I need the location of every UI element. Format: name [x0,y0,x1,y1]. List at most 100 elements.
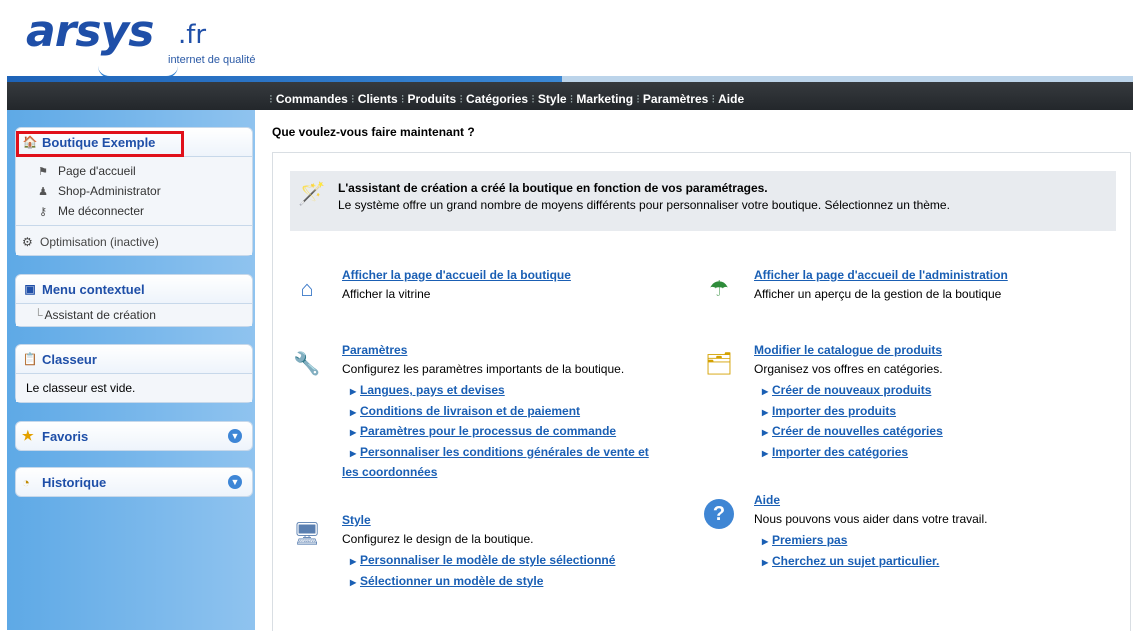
admin-home-link[interactable]: Afficher la page d'accueil de l'administ… [754,268,1008,282]
style-links: ▶ Personnaliser le modèle de style sélect… [342,551,615,592]
umbrella-icon: ☂ [709,276,729,301]
bullet-icon: ▶ [350,577,357,587]
link-terms-cont[interactable]: les coordonnées [342,463,649,483]
menu-categories[interactable]: Catégories [466,92,528,106]
logo-tld: .fr [178,20,207,50]
accent-stripe-light [562,76,1133,82]
link-text: Créer de nouvelles catégories [772,424,943,438]
sidebar-item-admin[interactable]: ♟ Shop-Administrator [16,181,252,201]
context-title: Menu contextuel [42,281,145,297]
bullet-icon: ▶ [762,428,769,437]
link-import-categories[interactable]: ▶ Importer des catégories [754,443,943,464]
sidebar-item-label: Me déconnecter [58,204,145,218]
sidebar-item-label: Shop-Administrator [58,184,161,198]
link-languages[interactable]: ▶ Langues, pays et devises [342,381,649,402]
menu-marketing[interactable]: Marketing [576,92,633,106]
link-new-categories[interactable]: ▶ Créer de nouvelles catégories [754,422,943,443]
info-banner: 🪄 L'assistant de création a créé la bout… [290,171,1116,231]
link-text: Sélectionner un modèle de style [360,573,544,588]
context-panel-header[interactable]: ▣ Menu contextuel [16,275,252,303]
context-menu-icon: ▣ [24,282,36,296]
menu-clients[interactable]: Clients [358,92,398,106]
context-panel: ▣ Menu contextuel └ Assistant de créatio… [15,274,253,327]
chevron-down-icon[interactable]: ▼ [228,475,242,489]
sidebar-item-optimisation[interactable]: ⚙ Optimisation (inactive) [16,225,252,253]
link-shipping[interactable]: ▶ Conditions de livraison et de paiement [342,402,649,423]
logo-brand: arsys [26,6,154,57]
link-import-products[interactable]: ▶ Importer des produits [754,402,943,423]
bullet-icon: ▶ [762,448,769,458]
history-icon: ◔ [22,474,30,490]
link-text: Importer des catégories [772,444,909,459]
favorites-panel[interactable]: ★ Favoris ▼ [15,421,253,451]
link-text: Langues, pays et devises [360,383,505,397]
bullet-icon: ▶ [350,448,357,458]
help-link[interactable]: Aide [754,493,780,507]
link-first-steps[interactable]: ▶ Premiers pas [754,531,939,552]
sidebar-item-label: Page d'accueil [58,164,136,178]
help-desc: Nous pouvons vous aider dans votre trava… [754,512,988,526]
binder-empty-text: Le classeur est vide. [26,381,136,395]
main-content: Que voulez-vous faire maintenant ? 🪄 L'a… [262,110,1133,631]
favorites-title: Favoris [42,428,89,444]
link-text: Conditions de livraison et de paiement [360,403,581,418]
bullet-icon: ▶ [350,407,357,417]
style-link[interactable]: Style [342,513,371,527]
link-text: Personnaliser les conditions générales d… [360,444,649,459]
gears-icon: ⚙ [22,235,33,249]
key-icon: ⚷ [38,205,48,218]
menu-produits[interactable]: Produits [408,92,457,106]
admin-home-desc: Afficher un aperçu de la gestion de la b… [754,287,1002,301]
catalog-links: ▶ Créer de nouveaux produits ▶ Importer de… [754,381,943,463]
link-customize-style[interactable]: ▶ Personnaliser le modèle de style sélect… [342,551,615,572]
sidebar: 🏠 Boutique Exemple ⚑ Page d'accueil ♟ Shop… [7,110,255,630]
menu-style[interactable]: Style [538,92,567,106]
parameters-link[interactable]: Paramètres [342,343,407,357]
link-text: les coordonnées [342,465,438,479]
link-select-style[interactable]: ▶ Sélectionner un modèle de style [342,572,615,593]
sidebar-item-home[interactable]: ⚑ Page d'accueil [16,161,252,181]
link-new-products[interactable]: ▶ Créer de nouveaux produits [754,381,943,402]
sidebar-item-wizard[interactable]: Assistant de création [45,308,156,322]
house-icon: ⌂ [300,276,314,301]
shop-home-link[interactable]: Afficher la page d'accueil de la boutiqu… [342,268,571,282]
catalog-desc: Organisez vos offres en catégories. [754,362,943,376]
sidebar-item-logout[interactable]: ⚷ Me déconnecter [16,201,252,221]
chevron-down-icon[interactable]: ▼ [228,429,242,443]
signpost-icon: ⚑ [38,165,48,178]
content-panel: 🪄 L'assistant de création a créé la bout… [272,152,1131,631]
wizard-wand-icon: 🪄 [298,181,326,206]
page-title: Que voulez-vous faire maintenant ? [272,125,475,139]
help-icon: ? [702,497,736,531]
link-text: Premiers pas [772,533,848,547]
catalog-icon: 🗂 [705,351,733,376]
catalog-link[interactable]: Modifier le catalogue de produits [754,343,942,357]
binder-title: Classeur [42,351,97,367]
bullet-icon: ▶ [762,387,769,396]
bullet-icon: ▶ [350,428,357,437]
link-text: Créer de nouveaux produits [772,383,932,397]
user-icon: ♟ [38,185,48,198]
history-title: Historique [42,474,107,490]
parameters-desc: Configurez les paramètres importants de … [342,362,625,376]
history-panel[interactable]: ◔ Historique ▼ [15,467,253,497]
menu-aide[interactable]: Aide [718,92,744,106]
monitor-icon: 🖥 [293,521,321,546]
link-text: Paramètres pour le processus de commande [360,424,617,438]
link-terms[interactable]: ▶ Personnaliser les conditions générales … [342,443,649,464]
bullet-icon: ▶ [350,557,357,566]
link-checkout[interactable]: ▶ Paramètres pour le processus de command… [342,422,649,443]
logo-tagline: internet de qualité [168,54,256,66]
binder-panel: 📋 Classeur Le classeur est vide. [15,344,253,403]
shop-home-desc: Afficher la vitrine [342,287,431,301]
menu-commandes[interactable]: Commandes [276,92,348,106]
link-search-topic[interactable]: ▶ Cherchez un sujet particulier. [754,552,939,573]
bullet-icon: ▶ [762,407,769,417]
menu-parametres[interactable]: Paramètres [643,92,708,106]
wrench-icon: 🔧 [293,351,321,376]
bullet-icon: ▶ [762,557,769,567]
clipboard-icon: 📋 [22,352,38,366]
binder-panel-header[interactable]: 📋 Classeur [16,345,252,373]
help-links: ▶ Premiers pas ▶ Cherchez un sujet particu… [754,531,939,572]
link-text: Personnaliser le modèle de style sélecti… [360,553,616,567]
